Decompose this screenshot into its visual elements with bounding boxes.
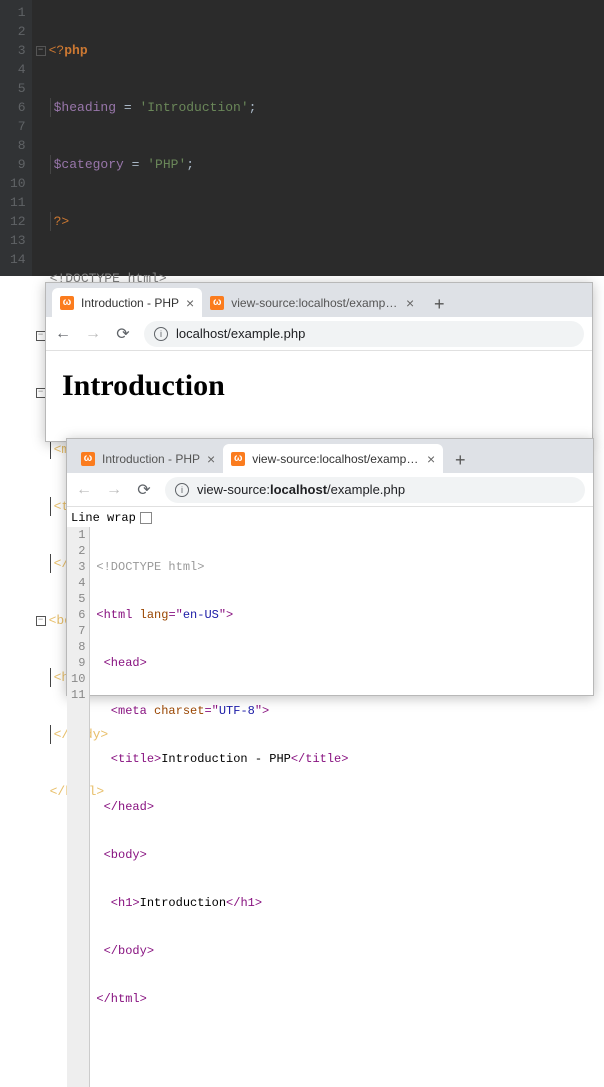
site-info-icon[interactable]: i <box>154 327 168 341</box>
close-icon[interactable]: × <box>207 451 215 467</box>
close-icon[interactable]: × <box>186 295 194 311</box>
close-icon[interactable]: × <box>406 295 414 311</box>
page-heading: Introduction <box>62 369 576 403</box>
page-viewport: Introduction <box>46 351 592 421</box>
tab-inactive[interactable]: ω Introduction - PHP × <box>73 444 223 473</box>
xampp-favicon-icon: ω <box>81 452 95 466</box>
new-tab-button[interactable]: + <box>426 291 452 317</box>
tab-title: Introduction - PHP <box>102 452 200 466</box>
editor-code[interactable]: −<?php $heading = 'Introduction'; $categ… <box>32 0 604 276</box>
url-text: view-source:localhost/example.php <box>197 482 405 497</box>
url-text: localhost/example.php <box>176 326 305 341</box>
xampp-favicon-icon: ω <box>60 296 74 310</box>
reload-button[interactable]: ⟳ <box>114 324 132 344</box>
address-bar[interactable]: i view-source:localhost/example.php <box>165 477 585 503</box>
linewrap-label: Line wrap <box>71 511 136 525</box>
tab-active[interactable]: ω Introduction - PHP × <box>52 288 202 317</box>
tab-title: view-source:localhost/example.p <box>252 452 420 466</box>
linewrap-checkbox[interactable] <box>140 512 152 524</box>
tab-title: view-source:localhost/example.p <box>231 296 399 310</box>
xampp-favicon-icon: ω <box>231 452 245 466</box>
browser-toolbar: ← → ⟳ i localhost/example.php <box>46 317 592 351</box>
fold-icon[interactable]: − <box>36 46 46 56</box>
close-icon[interactable]: × <box>427 451 435 467</box>
code-editor[interactable]: 1234567891011121314 −<?php $heading = 'I… <box>0 0 604 276</box>
site-info-icon[interactable]: i <box>175 483 189 497</box>
back-button[interactable]: ← <box>54 325 72 343</box>
browser-toolbar: ← → ⟳ i view-source:localhost/example.ph… <box>67 473 593 507</box>
source-gutter: 1234567891011 <box>67 527 90 1087</box>
forward-button[interactable]: → <box>84 325 102 343</box>
back-button[interactable]: ← <box>75 481 93 499</box>
address-bar[interactable]: i localhost/example.php <box>144 321 584 347</box>
tab-active[interactable]: ω view-source:localhost/example.p × <box>223 444 443 473</box>
source-code[interactable]: <!DOCTYPE html> <html lang="en-US"> <hea… <box>90 527 354 1087</box>
reload-button[interactable]: ⟳ <box>135 480 153 500</box>
browser-window-source: ω Introduction - PHP × ω view-source:loc… <box>66 438 594 696</box>
browser-window-rendered: ω Introduction - PHP × ω view-source:loc… <box>45 282 593 442</box>
source-view: 1234567891011 <!DOCTYPE html> <html lang… <box>67 527 593 1087</box>
tab-strip: ω Introduction - PHP × ω view-source:loc… <box>46 283 592 317</box>
new-tab-button[interactable]: + <box>447 447 473 473</box>
forward-button[interactable]: → <box>105 481 123 499</box>
editor-gutter: 1234567891011121314 <box>0 0 32 276</box>
tab-inactive[interactable]: ω view-source:localhost/example.p × <box>202 288 422 317</box>
tab-title: Introduction - PHP <box>81 296 179 310</box>
tab-strip: ω Introduction - PHP × ω view-source:loc… <box>67 439 593 473</box>
xampp-favicon-icon: ω <box>210 296 224 310</box>
fold-icon[interactable]: − <box>36 616 46 626</box>
linewrap-row: Line wrap <box>67 507 593 527</box>
